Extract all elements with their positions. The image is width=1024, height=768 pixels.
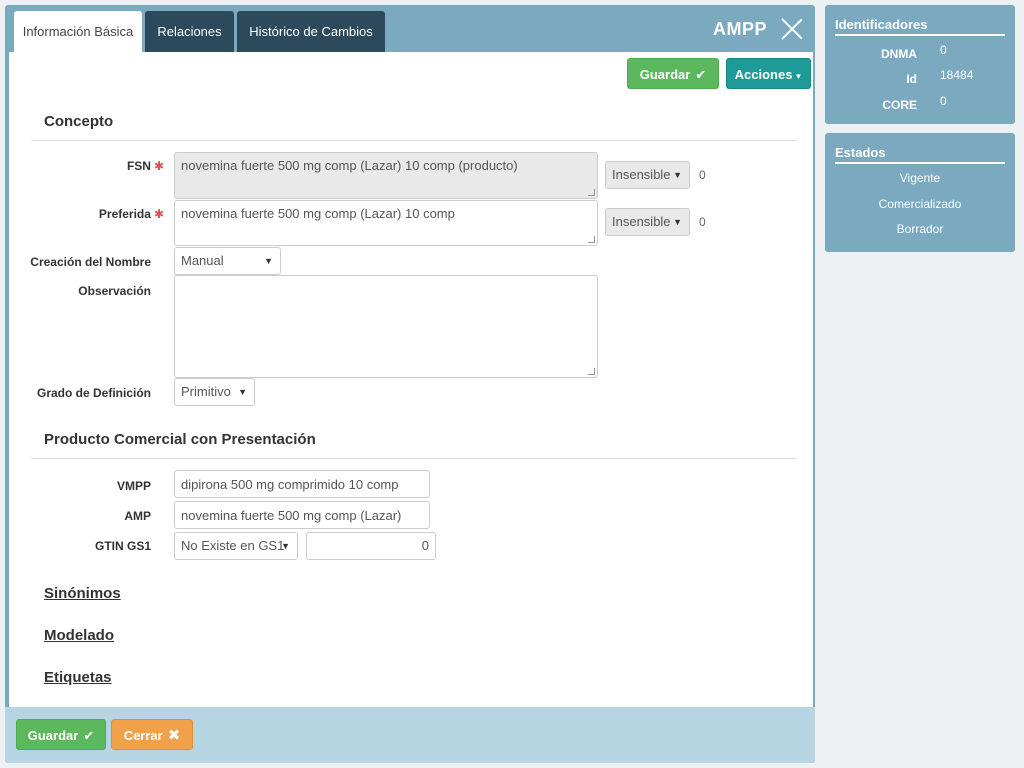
vmpp-field[interactable]: dipirona 500 mg comprimido 10 comp <box>174 470 430 498</box>
amp-field[interactable]: novemina fuerte 500 mg comp (Lazar) <box>174 501 430 529</box>
check-icon: ✔ <box>83 728 95 743</box>
observacion-textarea[interactable] <box>174 275 598 378</box>
section-producto-title: Producto Comercial con Presentación <box>44 431 316 448</box>
estado-item: Borrador <box>896 222 944 236</box>
dnma-key: DNMA <box>881 47 917 61</box>
close-label: Cerrar <box>123 728 163 743</box>
grado-value: Primitivo <box>181 384 231 399</box>
caret-down-icon: ▼ <box>794 72 803 81</box>
caret-down-icon: ▼ <box>673 217 682 227</box>
actions-button[interactable]: Acciones ▼ <box>726 58 811 89</box>
core-value: 0 <box>940 94 947 108</box>
creacion-label: Creación del Nombre <box>30 255 151 269</box>
required-asterisk-icon: ✱ <box>153 207 164 221</box>
gtin-input[interactable]: 0 <box>306 532 436 560</box>
tab-relaciones[interactable]: Relaciones <box>145 11 234 52</box>
close-button[interactable]: Cerrar ✖ <box>111 719 193 750</box>
fsn-value: novemina fuerte 500 mg comp (Lazar) 10 c… <box>181 158 518 173</box>
gtin-select[interactable]: No Existe en GS1 ▼ <box>174 532 298 560</box>
vmpp-value: dipirona 500 mg comprimido 10 comp <box>181 477 399 492</box>
creacion-value: Manual <box>181 253 224 268</box>
id-value: 18484 <box>940 68 974 82</box>
form-content: Guardar ✔ Acciones ▼ Concepto FSN ✱ novemin… <box>9 52 813 707</box>
section-sinonimos-link[interactable]: Sinónimos <box>44 585 121 602</box>
section-etiquetas-link[interactable]: Etiquetas <box>44 669 112 686</box>
observacion-label: Observación <box>78 284 151 298</box>
fsn-label-text: FSN <box>126 159 151 173</box>
grado-select[interactable]: Primitivo ▼ <box>174 378 255 406</box>
save-button-bottom[interactable]: Guardar ✔ <box>16 719 106 750</box>
preferida-value: novemina fuerte 500 mg comp (Lazar) 10 c… <box>181 206 455 221</box>
resize-handle-icon[interactable] <box>588 236 595 243</box>
footer-bar: Guardar ✔ Cerrar ✖ <box>5 707 815 763</box>
gtin-select-value: No Existe en GS1 <box>181 538 285 553</box>
resize-handle-icon[interactable] <box>588 189 595 196</box>
creacion-select[interactable]: Manual ▼ <box>174 247 281 275</box>
identificadores-panel: Identificadores DNMA 0 Id 18484 CORE 0 <box>825 5 1015 124</box>
gtin-value: 0 <box>421 538 429 553</box>
section-concepto-title: Concepto <box>44 113 114 130</box>
estados-panel: Estados Vigente Comercializado Borrador <box>825 133 1015 252</box>
divider <box>31 140 797 141</box>
divider <box>31 458 797 459</box>
close-icon[interactable] <box>781 18 803 40</box>
fsn-case-select[interactable]: Insensible ▼ <box>605 161 690 189</box>
caret-down-icon: ▼ <box>264 256 273 266</box>
gtin-label: GTIN GS1 <box>94 539 151 553</box>
caret-down-icon: ▼ <box>673 170 682 180</box>
preferida-field[interactable]: novemina fuerte 500 mg comp (Lazar) 10 c… <box>174 200 598 246</box>
vmpp-label: VMPP <box>116 479 151 493</box>
tab-bar: Información Básica Relaciones Histórico … <box>5 5 815 52</box>
save-label: Guardar <box>27 728 79 743</box>
fsn-label: FSN ✱ <box>9 159 164 173</box>
x-bold-icon: ✖ <box>167 727 181 744</box>
identificadores-title: Identificadores <box>835 17 1005 36</box>
caret-down-icon: ▼ <box>281 541 290 551</box>
preferida-label-text: Preferida <box>98 207 151 221</box>
main-panel: Información Básica Relaciones Histórico … <box>5 5 815 763</box>
save-button-top[interactable]: Guardar ✔ <box>627 58 719 89</box>
core-key: CORE <box>882 98 917 112</box>
resize-handle-icon[interactable] <box>588 368 595 375</box>
caret-down-icon: ▼ <box>238 387 247 397</box>
actions-label: Acciones <box>734 67 793 82</box>
preferida-case-value: Insensible <box>612 214 671 229</box>
id-key: Id <box>906 72 917 86</box>
grado-label: Grado de Definición <box>36 386 151 400</box>
tab-historico-cambios[interactable]: Histórico de Cambios <box>237 11 385 52</box>
tab-informacion-basica[interactable]: Información Básica <box>14 11 142 52</box>
preferida-case-select[interactable]: Insensible ▼ <box>605 208 690 236</box>
dnma-value: 0 <box>940 43 947 57</box>
estados-title: Estados <box>835 145 1005 164</box>
preferida-label: Preferida ✱ <box>9 207 164 221</box>
page-title: AMPP <box>712 19 767 39</box>
section-modelado-link[interactable]: Modelado <box>44 627 114 644</box>
save-label: Guardar <box>639 67 691 82</box>
amp-value: novemina fuerte 500 mg comp (Lazar) <box>181 508 402 523</box>
fsn-case-value: Insensible <box>612 167 671 182</box>
fsn-field[interactable]: novemina fuerte 500 mg comp (Lazar) 10 c… <box>174 152 598 199</box>
estado-item: Vigente <box>899 171 941 185</box>
fsn-count: 0 <box>699 168 706 182</box>
required-asterisk-icon: ✱ <box>153 159 164 173</box>
estado-item: Comercializado <box>878 197 962 211</box>
check-icon: ✔ <box>695 67 707 82</box>
amp-label: AMP <box>124 509 151 523</box>
preferida-count: 0 <box>699 215 706 229</box>
